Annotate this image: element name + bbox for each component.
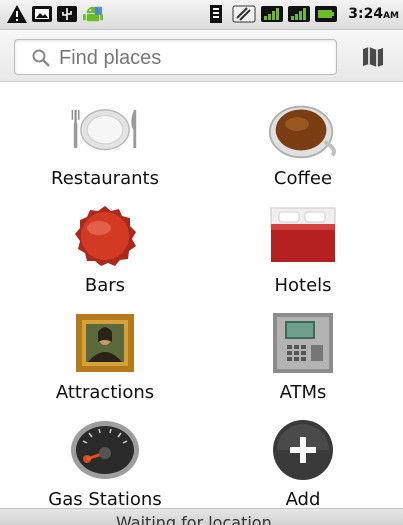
battery-icon — [315, 6, 337, 22]
status-bar: 3:24AM — [0, 0, 403, 30]
plate-icon — [71, 109, 137, 151]
bottle-cap-icon — [75, 206, 136, 266]
search-input[interactable] — [59, 47, 319, 69]
category-add[interactable]: Add — [228, 413, 378, 519]
signal-icon — [261, 6, 283, 22]
wifi-icon — [232, 5, 256, 23]
bed-icon — [270, 207, 336, 262]
category-label: Attractions — [55, 382, 155, 403]
warning-icon — [7, 5, 27, 23]
category-label: Restaurants — [51, 168, 159, 189]
clock: 3:24AM — [348, 6, 399, 22]
signal-icon — [288, 6, 310, 22]
category-attractions[interactable]: Attractions — [30, 306, 180, 412]
category-label: Coffee — [273, 168, 333, 189]
category-grid: Restaurants Coffee Bars Hotels Attractio… — [0, 82, 403, 510]
category-bars[interactable]: Bars — [30, 199, 180, 305]
search-icon — [32, 49, 50, 67]
category-restaurants[interactable]: Restaurants — [30, 92, 180, 198]
category-gas-stations[interactable]: Gas Stations — [30, 413, 180, 519]
category-atms[interactable]: ATMs — [228, 306, 378, 412]
category-label: Gas Stations — [48, 489, 162, 510]
painting-icon — [76, 314, 134, 372]
clock-ampm: AM — [383, 11, 399, 21]
category-label: Hotels — [274, 275, 332, 296]
add-icon — [273, 420, 333, 480]
atm-icon — [273, 313, 333, 373]
android-icon — [83, 6, 103, 22]
search-box[interactable] — [14, 39, 337, 75]
category-hotels[interactable]: Hotels — [228, 199, 378, 305]
coffee-cup-icon — [268, 105, 336, 159]
category-label: ATMs — [279, 382, 327, 403]
category-label: Bars — [84, 275, 126, 296]
photo-icon — [32, 6, 52, 22]
gauge-icon — [71, 421, 139, 479]
usb-icon — [57, 6, 77, 22]
search-bar — [0, 30, 403, 82]
map-icon — [363, 47, 383, 67]
clock-time: 3:24 — [348, 6, 384, 22]
location-status-bar: Waiting for location... — [0, 508, 403, 525]
map-button[interactable] — [349, 39, 397, 75]
sd-card-icon — [210, 5, 222, 23]
location-status-text: Waiting for location... — [116, 513, 287, 525]
category-label: Add — [285, 489, 321, 510]
category-coffee[interactable]: Coffee — [228, 92, 378, 198]
